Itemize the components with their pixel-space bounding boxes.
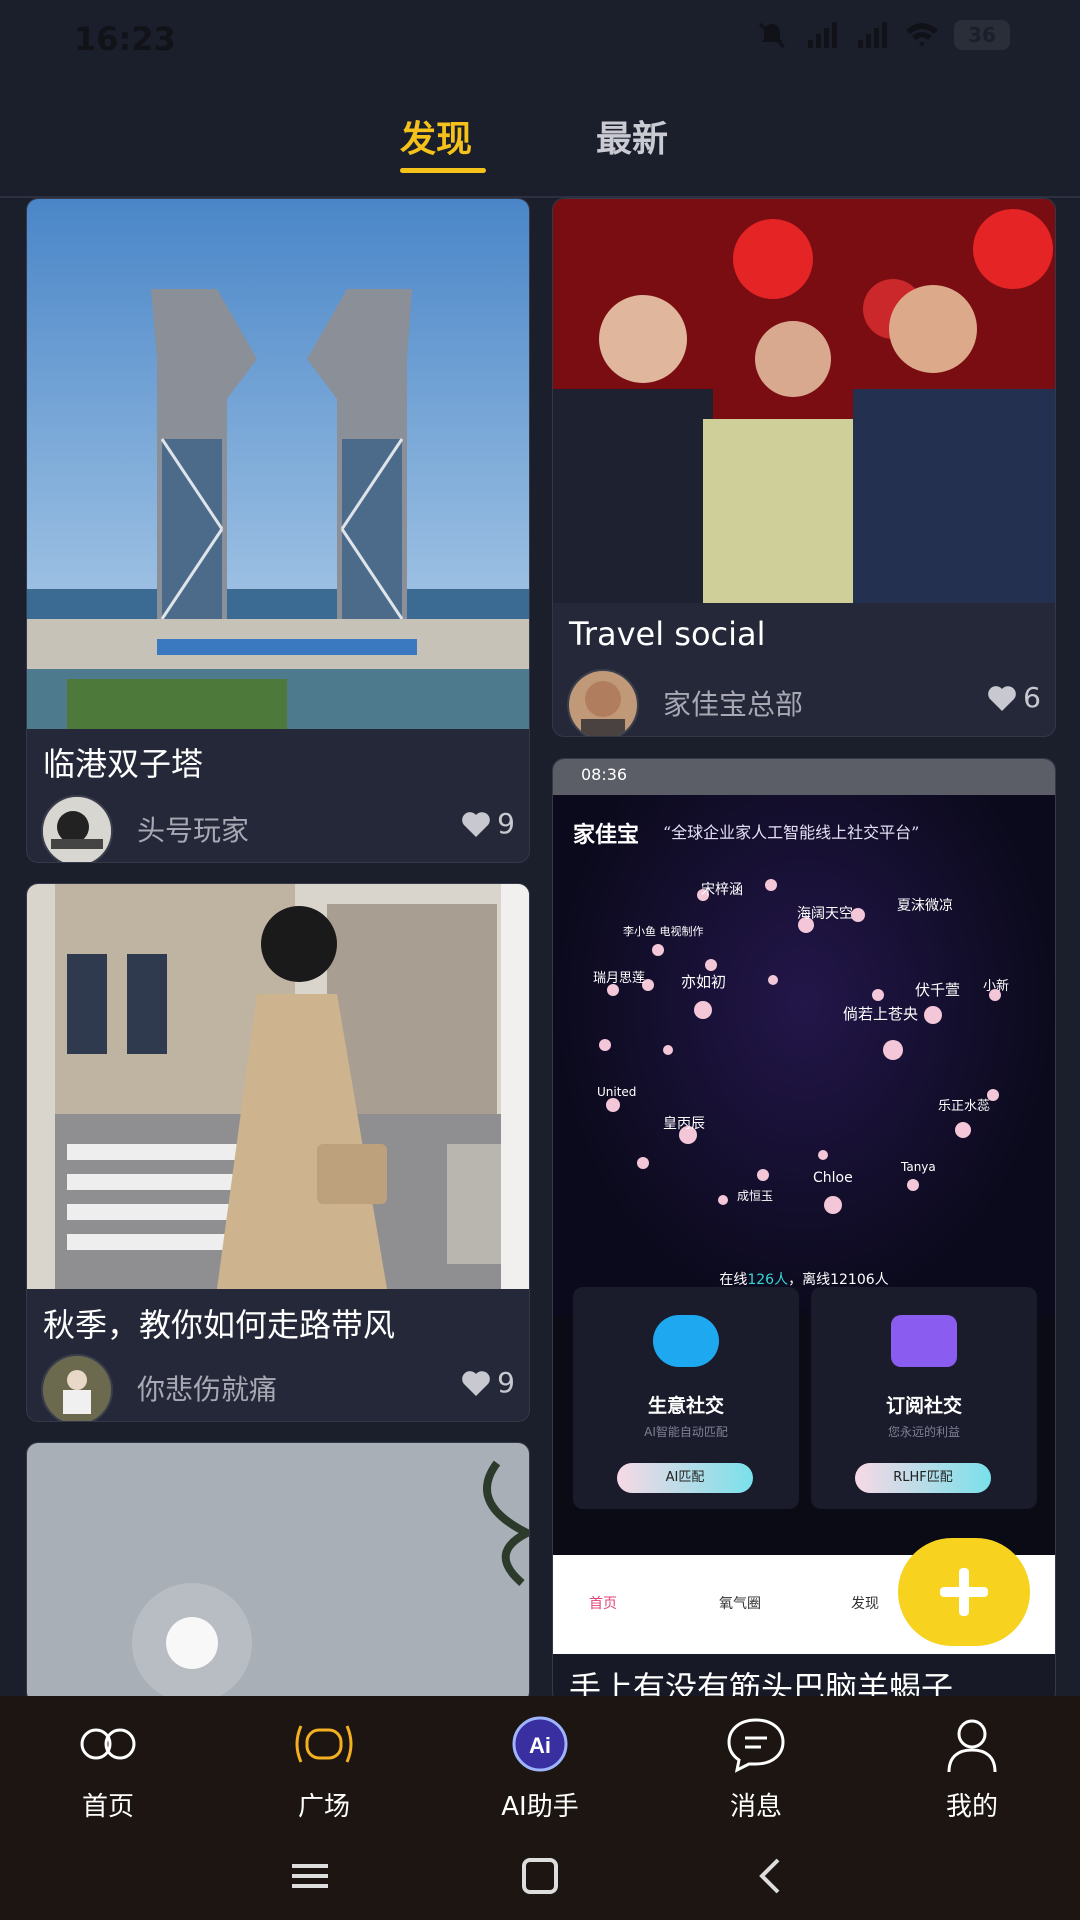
feature-button: AI匹配 bbox=[617, 1463, 753, 1493]
nav-label: 消息 bbox=[729, 1792, 782, 1822]
screenshot-nav-item: 氧气圈 bbox=[719, 1596, 761, 1612]
like-count[interactable]: 6 bbox=[987, 681, 1041, 714]
online-status: 在线126人，离线12106人 bbox=[719, 1272, 889, 1288]
screenshot-name: 乐正水蕊 bbox=[938, 1099, 991, 1114]
system-nav-bar bbox=[0, 1846, 1080, 1906]
avatar[interactable] bbox=[41, 1354, 113, 1421]
like-count[interactable]: 9 bbox=[461, 1366, 515, 1399]
post-meta: 你悲伤就痛 9 bbox=[41, 1354, 515, 1421]
svg-text:Ai: Ai bbox=[529, 1733, 551, 1758]
heart-icon bbox=[462, 811, 490, 837]
screenshot-name: United bbox=[597, 1085, 637, 1099]
screenshot-name: 宋梓涵 bbox=[701, 882, 743, 898]
feature-card-subscribe: 订阅社交 您永远的利益 RLHF匹配 bbox=[811, 1287, 1037, 1509]
feed-card[interactable]: 秋季，教你如何走路带风 你悲伤就痛 9 bbox=[26, 883, 530, 1422]
tab-latest[interactable]: 最新 bbox=[596, 110, 668, 162]
nav-ai-assistant[interactable]: Ai AI助手 bbox=[470, 1714, 610, 1823]
avatar[interactable] bbox=[567, 669, 639, 736]
post-image: 08:36 家佳宝 “全球企业家人工智能线上社交平台” 宋梓涵 海阔天空 夏沫微… bbox=[553, 759, 1055, 1654]
post-title: 秋季，教你如何走路带风 bbox=[43, 1306, 396, 1344]
status-icons: 36 bbox=[754, 20, 1010, 50]
feature-subtitle: 您永远的利益 bbox=[887, 1425, 960, 1439]
author-name[interactable]: 头号玩家 bbox=[137, 809, 249, 849]
user-icon bbox=[947, 1719, 997, 1773]
feature-title: 生意社交 bbox=[647, 1395, 724, 1417]
nav-label: 广场 bbox=[297, 1792, 350, 1822]
nav-label: 首页 bbox=[81, 1792, 134, 1822]
screenshot-nav-item: 发现 bbox=[851, 1596, 879, 1612]
add-post-button[interactable] bbox=[898, 1538, 1030, 1646]
infinity-icon bbox=[80, 1728, 136, 1760]
nav-home[interactable]: 首页 bbox=[38, 1714, 178, 1823]
post-title: 临港双子塔 bbox=[43, 745, 204, 783]
nav-square[interactable]: 广场 bbox=[254, 1714, 394, 1823]
signal-icon bbox=[858, 22, 887, 48]
post-meta: 头号玩家 9 bbox=[41, 795, 515, 862]
screenshot-name: 亦如初 bbox=[681, 973, 727, 991]
top-tabs: 发现 最新 bbox=[0, 110, 1080, 200]
screenshot-time: 08:36 bbox=[581, 765, 628, 784]
tab-discover[interactable]: 发现 bbox=[400, 110, 472, 162]
nav-label: AI助手 bbox=[501, 1792, 579, 1822]
status-bar: 16:23 36 bbox=[0, 0, 1080, 80]
wifi-icon bbox=[906, 23, 938, 47]
feed-card[interactable] bbox=[26, 1442, 530, 1704]
post-meta: 家佳宝总部 6 bbox=[567, 669, 1041, 736]
screenshot-name: 夏沫微凉 bbox=[897, 898, 953, 914]
battery-icon: 36 bbox=[954, 20, 1010, 50]
feature-card-business: 生意社交 AI智能自动匹配 AI匹配 bbox=[573, 1287, 799, 1509]
post-title: Travel social bbox=[569, 615, 766, 653]
signal-icon bbox=[808, 22, 837, 48]
nav-mine[interactable]: 我的 bbox=[902, 1714, 1042, 1823]
author-name[interactable]: 家佳宝总部 bbox=[663, 683, 803, 723]
feed-card[interactable]: 临港双子塔 头号玩家 9 bbox=[26, 198, 530, 863]
like-number: 6 bbox=[1023, 681, 1041, 714]
ai-icon: Ai bbox=[512, 1716, 568, 1772]
screenshot-name: Chloe bbox=[813, 1170, 853, 1186]
screenshot-name: 海阔天空 bbox=[797, 906, 853, 922]
post-image bbox=[27, 199, 529, 729]
screenshot-name: 成恒玉 bbox=[737, 1189, 774, 1203]
screenshot-name: 瑞月思莲 bbox=[593, 971, 646, 986]
feature-title: 订阅社交 bbox=[885, 1395, 962, 1417]
nav-label: 我的 bbox=[945, 1792, 998, 1822]
search-icon bbox=[653, 1315, 719, 1367]
tab-active-indicator bbox=[400, 168, 486, 173]
screenshot-name: 皇丙辰 bbox=[663, 1116, 705, 1132]
heart-icon bbox=[462, 1370, 490, 1396]
feature-subtitle: AI智能自动匹配 bbox=[644, 1425, 728, 1439]
avatar[interactable] bbox=[41, 795, 113, 862]
screenshot-status-bar: 08:36 bbox=[553, 759, 1055, 795]
screenshot-name: 伏千萱 bbox=[915, 981, 961, 999]
chat-icon bbox=[891, 1315, 957, 1367]
menu-icon[interactable] bbox=[280, 1846, 340, 1906]
mute-icon bbox=[758, 22, 786, 49]
broadcast-icon bbox=[295, 1725, 353, 1763]
heart-icon bbox=[988, 685, 1016, 711]
like-number: 9 bbox=[497, 807, 515, 840]
home-square-icon[interactable] bbox=[510, 1846, 570, 1906]
screenshot-nav-item: 首页 bbox=[589, 1596, 617, 1612]
status-time: 16:23 bbox=[74, 20, 176, 58]
screenshot-name: 小新 bbox=[983, 979, 1010, 994]
post-image bbox=[27, 1443, 529, 1703]
post-image bbox=[553, 199, 1055, 603]
screenshot-name: Tanya bbox=[901, 1160, 936, 1174]
plus-icon bbox=[940, 1568, 988, 1616]
feed-card[interactable]: Travel social 家佳宝总部 6 bbox=[552, 198, 1056, 737]
like-number: 9 bbox=[497, 1366, 515, 1399]
bottom-nav: 首页 广场 Ai AI助手 消息 我的 bbox=[0, 1696, 1080, 1920]
message-icon bbox=[727, 1718, 785, 1773]
like-count[interactable]: 9 bbox=[461, 807, 515, 840]
screenshot-name: 倘若上苍央 bbox=[843, 1005, 919, 1023]
screenshot-name: 李小鱼 电视制作 bbox=[623, 925, 704, 938]
star-map: 家佳宝 “全球企业家人工智能线上社交平台” 宋梓涵 海阔天空 夏沫微凉 李小鱼 bbox=[553, 795, 1055, 1315]
post-image bbox=[27, 884, 529, 1289]
feature-button: RLHF匹配 bbox=[855, 1463, 991, 1493]
author-name[interactable]: 你悲伤就痛 bbox=[137, 1368, 277, 1408]
nav-messages[interactable]: 消息 bbox=[686, 1714, 826, 1823]
back-icon[interactable] bbox=[740, 1846, 800, 1906]
